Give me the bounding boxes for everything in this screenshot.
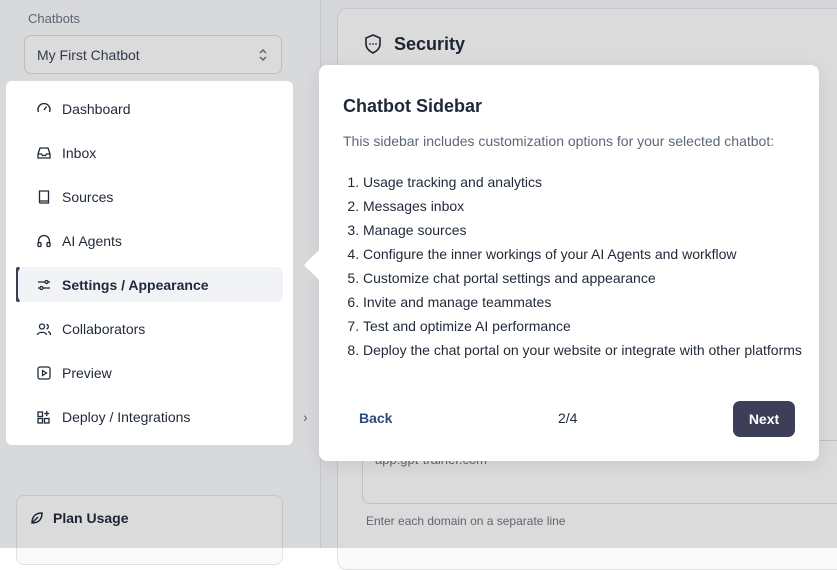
tour-popover-arrow — [304, 249, 320, 281]
gauge-icon — [36, 101, 52, 117]
sidebar-item-collaborators[interactable]: Collaborators — [18, 311, 283, 346]
inbox-icon — [36, 145, 52, 161]
list-item: Test and optimize AI performance — [363, 314, 818, 338]
sidebar-item-label: Settings / Appearance — [62, 276, 209, 293]
play-square-icon — [36, 365, 52, 381]
list-item: Configure the inner workings of your AI … — [363, 242, 818, 266]
tour-description: This sidebar includes customization opti… — [343, 133, 775, 149]
next-button[interactable]: Next — [733, 401, 795, 437]
sliders-icon — [36, 277, 52, 293]
sidebar-item-inbox[interactable]: Inbox — [18, 135, 283, 170]
sidebar-item-deploy-integrations[interactable]: Deploy / Integrations — [18, 399, 283, 434]
sidebar-item-label: Sources — [62, 188, 114, 205]
list-item: Messages inbox — [363, 194, 818, 218]
sidebar-item-label: Dashboard — [62, 100, 131, 117]
sidebar-item-settings-appearance[interactable]: Settings / Appearance — [18, 267, 283, 302]
sidebar-item-label: Collaborators — [62, 320, 146, 337]
sidebar-item-ai-agents[interactable]: AI Agents — [18, 223, 283, 258]
step-indicator: 2/4 — [558, 410, 578, 426]
tour-title: Chatbot Sidebar — [343, 96, 483, 116]
sidebar-item-sources[interactable]: Sources — [18, 179, 283, 214]
list-item: Usage tracking and analytics — [363, 170, 818, 194]
sidebar-item-label: Deploy / Integrations — [62, 408, 191, 425]
list-item: Invite and manage teammates — [363, 290, 818, 314]
sidebar-item-label: Preview — [62, 364, 112, 381]
sidebar-item-label: Inbox — [62, 144, 97, 161]
list-item: Customize chat portal settings and appea… — [363, 266, 818, 290]
book-icon — [36, 189, 52, 205]
sidebar-item-dashboard[interactable]: Dashboard — [18, 91, 283, 126]
sidebar-item-preview[interactable]: Preview — [18, 355, 283, 390]
tour-list: Usage tracking and analytics Messages in… — [343, 170, 818, 362]
list-item: Deploy the chat portal on your website o… — [363, 338, 818, 362]
list-item: Manage sources — [363, 218, 818, 242]
back-button[interactable]: Back — [359, 410, 392, 426]
users-icon — [36, 321, 52, 337]
grid-plus-icon — [36, 409, 52, 425]
sidebar-item-label: AI Agents — [62, 232, 122, 249]
headphones-icon — [36, 233, 52, 249]
